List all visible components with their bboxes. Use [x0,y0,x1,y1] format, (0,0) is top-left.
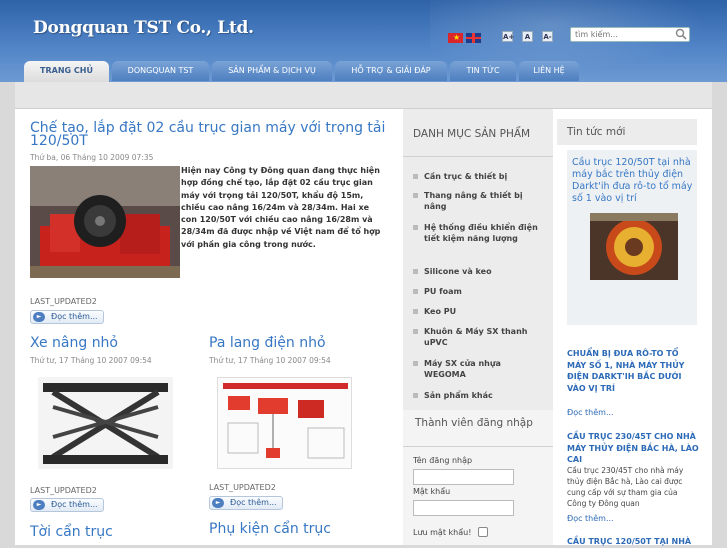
arrow-right-icon: ► [33,312,45,322]
electric-hoist-photo [217,377,352,469]
arrow-right-icon: ► [33,500,45,510]
search-input[interactable] [570,27,690,42]
category-item[interactable]: Hệ thống điều khiển điện tiết kiệm năng … [413,222,538,244]
font-reset-button[interactable]: A [522,31,533,42]
news-item-title[interactable]: CHUẨN BỊ ĐƯA RÔ-TO TỔ MÁY SỐ 1, NHÀ MÁY … [567,348,699,394]
article-title-winch[interactable]: Tời cẩn trục [30,525,113,539]
featured-news-title[interactable]: Cầu trục 120/50T tại nhà máy bắc trên th… [572,157,694,205]
news-item-summary: Cầu trục 230/45T cho nhà máy thủy điện B… [567,466,684,508]
article-title-forklift[interactable]: Xe nâng nhỏ [30,336,118,350]
article-title-hoist[interactable]: Pa lang điện nhỏ [209,336,326,350]
tab-home[interactable]: TRANG CHỦ [24,61,109,82]
article-date: Thứ tư, 17 Tháng 10 2007 09:54 [30,356,152,365]
site-logo[interactable]: Dongquan TST Co., Ltd. [33,18,254,38]
tab-products[interactable]: SẢN PHẨM & DỊCH VỤ [212,61,332,81]
article-updated: LAST_UPDATED2 [209,483,276,492]
divider [403,156,553,157]
forklift-read-more-button[interactable]: ► Đọc thêm... [30,498,104,512]
tab-dongquan[interactable]: DONGQUAN TST [112,61,209,81]
article-date: Thứ tư, 17 Tháng 10 2007 09:54 [209,356,331,365]
rotor-photo [590,213,678,280]
breadcrumb-band [15,82,712,109]
font-decrease-button[interactable]: A- [542,31,553,42]
category-item[interactable]: Máy SX cửa nhựa WEGOMA [413,358,538,380]
news-item-title[interactable]: CẦU TRỤC 230/45T CHO NHÀ MÁY THỦY ĐIỆN B… [567,431,699,466]
category-item[interactable]: Khuôn & Máy SX thanh uPVC [413,326,538,348]
search-icon[interactable] [675,28,687,40]
article-title-crane-parts[interactable]: Phụ kiện cẩn trục [209,522,331,536]
login-box-title: Thành viên đăng nhập [415,417,533,429]
news-box-title: Tin tức mới [567,126,626,138]
feature-updated: LAST_UPDATED2 [30,297,97,306]
username-input[interactable] [413,469,514,485]
username-label: Tên đăng nhập [413,456,473,465]
font-increase-button[interactable]: A+ [502,31,514,42]
news-read-more-link[interactable]: Đọc thêm... [567,514,614,523]
tab-support[interactable]: HỖ TRỢ & GIẢI ĐÁP [335,61,447,81]
category-item[interactable]: Cần trục & thiết bị [413,171,538,182]
news-item-title[interactable]: CẦU TRỤC 120/50T TẠI NHÀ [567,536,699,548]
password-input[interactable] [413,500,514,516]
category-item[interactable]: PU foam [413,286,538,297]
news-read-more-link[interactable]: Đọc thêm... [567,408,614,417]
scissor-lift-photo [38,377,173,469]
category-item[interactable]: Silicone và keo [413,266,538,277]
category-box-title: DANH MỤC SẢN PHẨM [413,128,531,140]
tab-contact[interactable]: LIÊN HỆ [519,61,579,81]
english-flag-icon[interactable] [466,33,481,43]
remember-checkbox[interactable] [478,527,488,537]
feature-title[interactable]: Chế tạo, lắp đặt 02 cầu trục gian máy vớ… [30,121,390,148]
feature-intro: Hiện nay Công ty Đông quan đang thực hiệ… [181,166,381,249]
remember-label: Lưu mật khẩu! [413,528,472,537]
password-label: Mật khẩu [413,487,451,496]
vietnamese-flag-icon[interactable]: ★ [448,33,463,43]
category-item[interactable]: Keo PU [413,306,538,317]
arrow-right-icon: ► [212,498,224,508]
divider [403,446,553,447]
category-item[interactable]: Sản phẩm khác [413,390,538,401]
article-updated: LAST_UPDATED2 [30,486,97,495]
crane-winch-photo [30,166,180,278]
hoist-read-more-button[interactable]: ► Đọc thêm... [209,496,283,510]
tab-news[interactable]: TIN TỨC [450,61,516,81]
feature-date: Thứ ba, 06 Tháng 10 2009 07:35 [30,153,154,162]
feature-read-more-button[interactable]: ► Đọc thêm... [30,310,104,324]
category-item[interactable]: Thang nâng & thiết bị nâng [413,190,538,212]
